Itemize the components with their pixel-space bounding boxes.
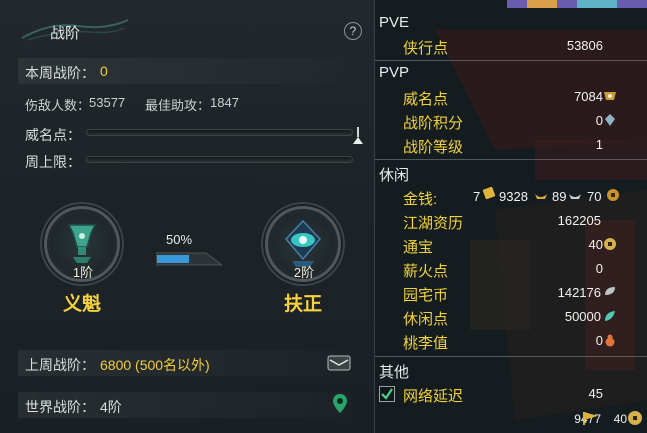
world-rank-value: 4阶: [100, 399, 122, 415]
gold-ticket-icon: [482, 186, 496, 200]
copper-coin-icon: [607, 189, 619, 201]
chivalry-label: 侠行点: [403, 40, 449, 57]
tier-progress-bar: [156, 252, 222, 266]
footer-coin-icon: [628, 411, 642, 425]
kills-value: 53577: [89, 95, 126, 110]
leisure-points-label: 休闲点: [403, 311, 449, 328]
rank-crystal-icon: [605, 114, 615, 126]
best-assist-label: 最佳助攻：: [145, 98, 211, 113]
pve-header: PVE: [379, 14, 410, 31]
tier-progress-fill: [157, 255, 189, 263]
panel-header: 战阶: [0, 10, 375, 46]
estate-leaf-icon: [605, 287, 615, 295]
tongbao-label: 通宝: [403, 239, 434, 256]
prestige-label: 威名点：: [25, 127, 81, 143]
world-rank-label: 世界战阶：: [25, 399, 95, 415]
seniority-label: 江湖资历: [403, 215, 464, 232]
latency-label: 网络延迟: [403, 388, 464, 405]
estate-coin-label: 园宅币: [403, 287, 449, 304]
prestige-badge-icon: [604, 92, 616, 100]
weekly-rank-label: 本周战阶：: [25, 65, 95, 81]
peach-value-label: 桃李值: [403, 335, 449, 352]
latency-checkbox[interactable]: [379, 386, 395, 402]
panel-title: 战阶: [50, 25, 81, 42]
best-assist-value: 1847: [210, 95, 239, 110]
rank-level-label: 战阶等级: [403, 139, 464, 156]
prestige-stat-value: 7084: [574, 89, 603, 104]
money-copper-value: 70: [587, 189, 602, 204]
other-header: 其他: [379, 364, 410, 381]
rank-points-label: 战阶积分: [403, 115, 464, 132]
tier-progress-text: 50%: [166, 232, 193, 247]
peach-gourd-icon: [605, 334, 615, 347]
gold-ingot-icon: [535, 194, 547, 199]
help-icon[interactable]: ?: [344, 22, 362, 40]
marker-arrow-icon: [353, 127, 363, 144]
tier-current-name: 义魁: [62, 293, 101, 315]
weekly-cap-label: 周上限：: [25, 154, 81, 170]
location-pin-icon[interactable]: [332, 393, 348, 415]
pvp-header: PVP: [379, 64, 410, 81]
tongbao-coin-icon: [604, 238, 616, 250]
silver-ingot-icon: [569, 194, 581, 199]
rank-points-value: 0: [595, 113, 603, 128]
fire-points-label: 薪火点: [403, 263, 449, 280]
chivalry-value: 53806: [566, 38, 603, 53]
money-label: 金钱:: [403, 191, 438, 208]
tier-current-level: 1阶: [72, 265, 94, 280]
seniority-value: 162205: [557, 213, 601, 228]
money-gold-value: 9328: [499, 189, 528, 204]
check-icon: [381, 388, 393, 400]
footer-coins-value: 40: [613, 412, 627, 426]
tongbao-value: 40: [588, 237, 603, 252]
prestige-bar: [86, 129, 353, 136]
mail-box-icon[interactable]: [327, 355, 351, 371]
tier-next-level: 2阶: [293, 265, 315, 280]
weekly-rank-value: 0: [100, 63, 108, 79]
last-week-label: 上周战阶：: [25, 357, 95, 373]
latency-value: 45: [588, 386, 603, 401]
last-week-value: 6800 (500名以外): [100, 357, 210, 373]
kills-label: 伤敌人数：: [25, 98, 91, 113]
leisure-points-value: 50000: [564, 309, 601, 324]
estate-coin-value: 142176: [557, 285, 601, 300]
tier-next-name: 扶正: [283, 293, 322, 315]
leisure-leaf-icon: [605, 311, 615, 321]
war-rank-panel: 战阶 ? 本周战阶： 0 伤敌人数： 53577 最佳助攻： 1847 威名点：…: [0, 0, 375, 433]
rank-level-value: 1: [595, 137, 603, 152]
peach-value-value: 0: [595, 333, 603, 348]
money-ingot-value: 7: [473, 189, 481, 204]
money-silver-value: 89: [552, 189, 567, 204]
fire-points-value: 0: [595, 261, 603, 276]
stats-panel: PVE 侠行点 53806 PVP 威名点 7084 战阶积分 0 战阶等级 1…: [375, 0, 647, 433]
prestige-stat-label: 威名点: [403, 91, 449, 108]
footer-flag-icon: [583, 412, 597, 425]
weekly-cap-bar: [86, 156, 353, 163]
leisure-header: 休闲: [379, 167, 410, 184]
rainbow-banner: [507, 0, 647, 8]
